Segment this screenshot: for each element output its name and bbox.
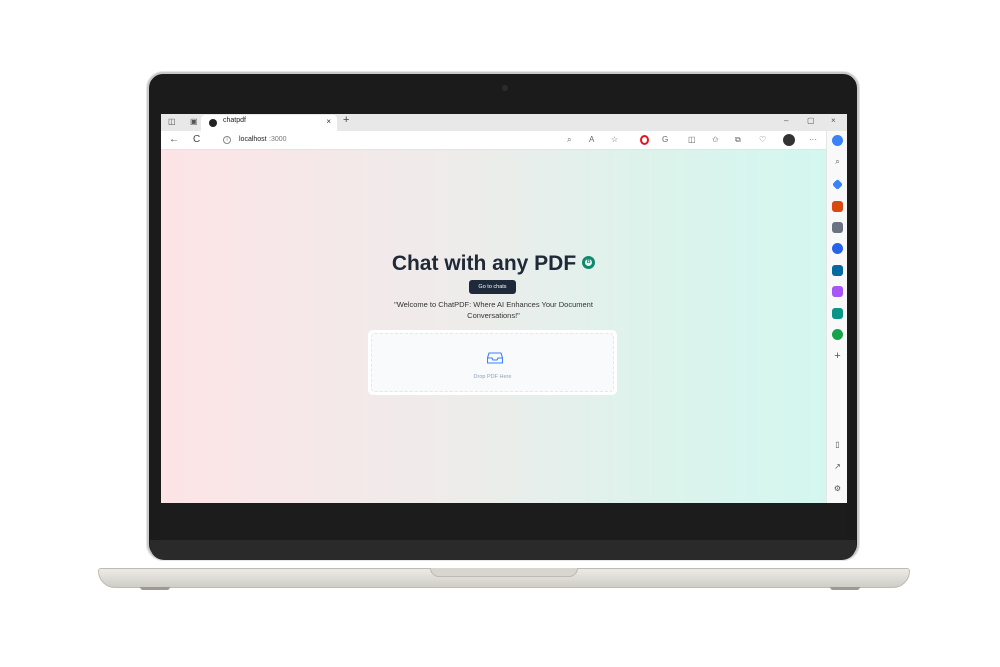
drop-icon[interactable] bbox=[832, 308, 843, 319]
close-window-button[interactable]: × bbox=[831, 116, 836, 125]
refresh-button[interactable]: C bbox=[193, 134, 200, 145]
url-host[interactable]: localhost bbox=[239, 136, 267, 143]
maximize-button[interactable]: ▢ bbox=[807, 116, 815, 125]
split-screen-icon[interactable]: ◫ bbox=[688, 135, 696, 144]
pdf-drop-zone[interactable]: Drop PDF Here bbox=[371, 333, 614, 392]
copilot-icon[interactable] bbox=[832, 135, 843, 146]
shopping-tag-icon[interactable] bbox=[832, 179, 843, 190]
zoom-icon[interactable]: ⌕ bbox=[567, 135, 571, 145]
add-app-icon[interactable]: + bbox=[832, 351, 843, 362]
inbox-icon bbox=[487, 352, 503, 364]
grammarly-icon[interactable]: G bbox=[662, 135, 668, 144]
edge-sidebar: ⌕ + ▯ ↗ ⚙ bbox=[826, 131, 847, 503]
tagline: "Welcome to ChatPDF: Where AI Enhances Y… bbox=[394, 300, 593, 320]
upload-card: Drop PDF Here bbox=[368, 330, 617, 395]
profile-avatar[interactable] bbox=[783, 134, 795, 146]
browser-essentials-icon[interactable]: ♡ bbox=[759, 135, 766, 144]
read-aloud-icon[interactable]: A bbox=[589, 135, 594, 144]
designer-icon[interactable] bbox=[832, 286, 843, 297]
drop-pdf-text: Drop PDF Here bbox=[473, 374, 512, 380]
tab-actions-icon[interactable]: ▣ bbox=[190, 117, 198, 126]
user-avatar-initial: B bbox=[585, 258, 593, 266]
url-port[interactable]: :3000 bbox=[269, 136, 287, 143]
tools-icon[interactable] bbox=[832, 201, 843, 212]
favorite-star-icon[interactable]: ☆ bbox=[611, 135, 618, 144]
new-tab-button[interactable]: + bbox=[343, 114, 349, 126]
whatsapp-icon[interactable] bbox=[832, 329, 843, 340]
laptop-hinge bbox=[150, 540, 856, 560]
chatpdf-favicon-icon bbox=[209, 119, 217, 127]
hide-sidebar-icon[interactable]: ▯ bbox=[832, 439, 843, 450]
screen-bezel bbox=[160, 503, 846, 543]
go-to-chats-button[interactable]: Go to chats bbox=[469, 280, 516, 294]
site-info-icon[interactable]: i bbox=[223, 136, 231, 144]
more-options-icon[interactable]: ··· bbox=[809, 135, 817, 144]
tab-title: chatpdf bbox=[223, 117, 246, 124]
laptop-foot bbox=[140, 587, 170, 590]
favorites-icon[interactable]: ✩ bbox=[712, 135, 719, 144]
page-title: Chat with any PDF B bbox=[161, 252, 826, 276]
collections-icon[interactable]: ⧉ bbox=[735, 135, 741, 145]
close-tab-button[interactable]: × bbox=[326, 117, 331, 126]
browser-window: ◫ ▣ chatpdf × + – ▢ × ← C i localhost :3… bbox=[161, 114, 847, 503]
open-external-icon[interactable]: ↗ bbox=[832, 461, 843, 472]
people-icon[interactable] bbox=[832, 222, 843, 233]
workspaces-icon[interactable]: ◫ bbox=[168, 117, 176, 126]
tab-chatpdf[interactable]: chatpdf × bbox=[201, 115, 337, 131]
outlook-icon[interactable] bbox=[832, 265, 843, 276]
games-icon[interactable] bbox=[832, 243, 843, 254]
user-avatar[interactable]: B bbox=[582, 255, 596, 269]
opera-extension-icon[interactable] bbox=[640, 135, 649, 145]
address-bar: ← C i localhost :3000 ⌕ A ☆ G ◫ ✩ ⧉ ♡ ··… bbox=[161, 131, 847, 150]
page-title-text: Chat with any PDF bbox=[391, 252, 577, 275]
webcam bbox=[502, 85, 508, 91]
back-button[interactable]: ← bbox=[169, 134, 179, 145]
settings-gear-icon[interactable]: ⚙ bbox=[832, 483, 843, 494]
chatpdf-page: Chat with any PDF B Go to chats "Welcome … bbox=[161, 150, 826, 503]
search-icon[interactable]: ⌕ bbox=[832, 156, 843, 167]
tab-bar: ◫ ▣ chatpdf × + – ▢ × bbox=[161, 114, 847, 131]
laptop-foot bbox=[830, 587, 860, 590]
laptop-notch bbox=[430, 568, 578, 577]
minimize-button[interactable]: – bbox=[784, 116, 788, 125]
